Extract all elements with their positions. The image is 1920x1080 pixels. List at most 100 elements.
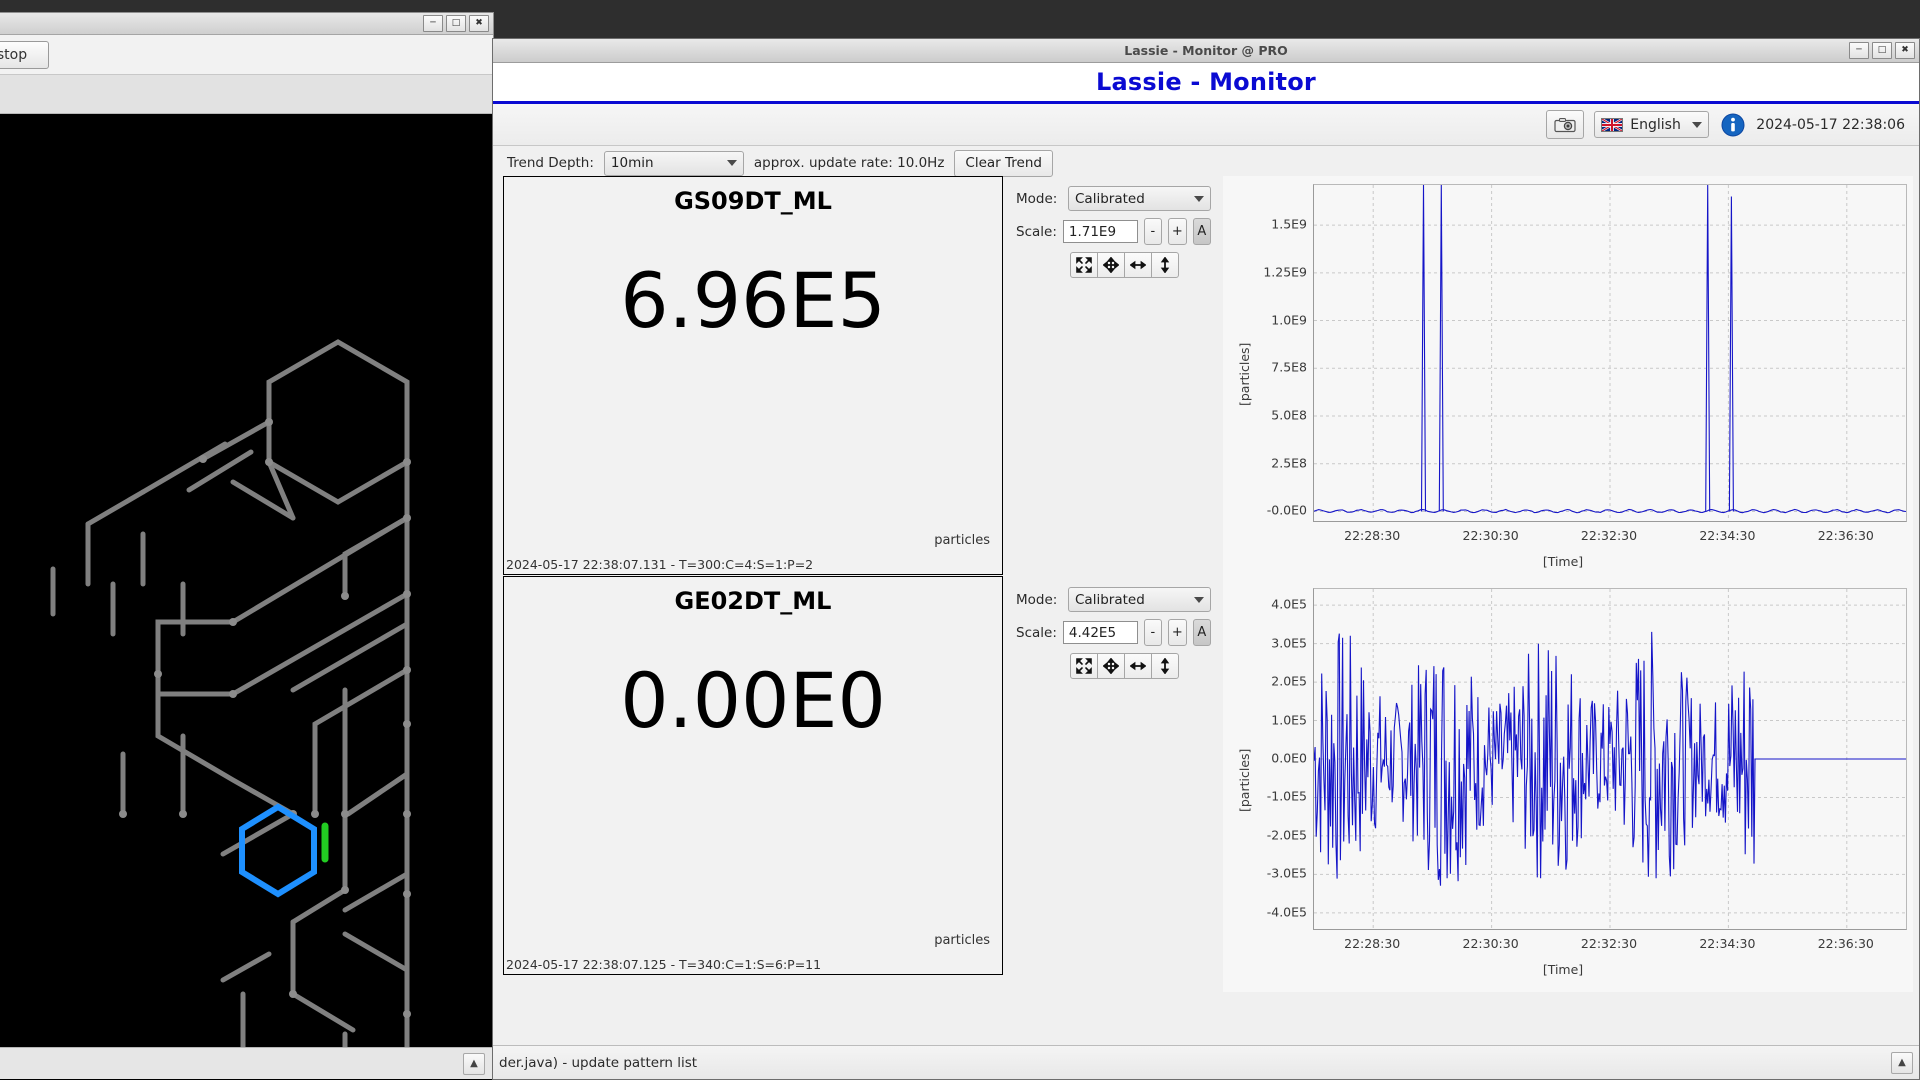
chart-0-ylabel: [particles]	[1237, 343, 1252, 406]
expand-icon[interactable]	[1070, 653, 1098, 679]
left-window-statusbar: ▲	[0, 1047, 493, 1079]
chevron-down-icon[interactable]	[1692, 122, 1702, 128]
beamline-schematic-window: ─ □ ✖ stop ▲	[0, 12, 494, 1080]
chart-0-ytick: 1.25E9	[1263, 264, 1307, 279]
value-panel-0[interactable]: GS09DT_ML 6.96E5 particles 2024-05-17 22…	[503, 176, 1003, 575]
chart-1-ytick: 3.0E5	[1271, 635, 1307, 650]
mode-label-0: Mode:	[1016, 191, 1062, 207]
left-minimize-button[interactable]: ─	[423, 15, 443, 32]
scale-label-0: Scale:	[1016, 224, 1057, 240]
move-icon[interactable]	[1097, 653, 1125, 679]
trend-chart-1[interactable]: [particles] 4.0E5 3.0E5 2.0E5 1.0E5 0.0E0 -1.…	[1223, 580, 1913, 992]
expand-icon[interactable]	[1070, 252, 1098, 278]
language-select[interactable]: English	[1594, 111, 1709, 138]
scale-auto-button-1[interactable]: A	[1193, 619, 1211, 646]
chart-1-ytick: -4.0E5	[1267, 904, 1307, 919]
chart-0-plot	[1313, 184, 1907, 522]
maximize-button[interactable]: □	[1872, 42, 1892, 59]
chart-1-ytick: 4.0E5	[1271, 597, 1307, 612]
clock-label: 2024-05-17 22:38:06	[1756, 117, 1905, 133]
channel-timestamp-1: 2024-05-17 22:38:07.125 - T=340:C=1:S=6:…	[506, 957, 821, 972]
close-button[interactable]: ✖	[1895, 42, 1915, 59]
chevron-up-icon[interactable]: ▲	[463, 1053, 485, 1075]
status-text: der.java) - update pattern list	[499, 1055, 1891, 1071]
left-maximize-button[interactable]: □	[446, 15, 466, 32]
mode-label-1: Mode:	[1016, 592, 1062, 608]
left-close-button[interactable]: ✖	[469, 15, 489, 32]
chevron-up-icon[interactable]: ▲	[1891, 1052, 1913, 1074]
chart-1-ytick: -1.0E5	[1267, 789, 1307, 804]
channel-unit-1: particles	[934, 933, 990, 948]
chart-0-ytick: 2.5E8	[1271, 455, 1307, 470]
chart-1-ytick: 2.0E5	[1271, 674, 1307, 689]
camera-icon	[1554, 117, 1576, 133]
vertical-resize-icon[interactable]	[1151, 653, 1179, 679]
mode-value-1: Calibrated	[1075, 592, 1194, 608]
channel-name-0: GS09DT_ML	[504, 187, 1002, 215]
window-title: Lassie - Monitor @ PRO	[1124, 43, 1288, 58]
clear-trend-button[interactable]: Clear Trend	[954, 150, 1053, 177]
trend-depth-select[interactable]: 10min	[604, 151, 744, 176]
lassie-monitor-window: Lassie - Monitor @ PRO ─ □ ✖ Lassie - Mo…	[492, 38, 1920, 1080]
stop-button[interactable]: stop	[0, 41, 49, 69]
channel-value-1: 0.00E0	[504, 663, 1002, 739]
mode-select-0[interactable]: Calibrated	[1068, 186, 1211, 211]
scale-increase-button-0[interactable]: +	[1168, 218, 1186, 245]
chart-1-xtick: 22:28:30	[1344, 936, 1400, 951]
vertical-resize-icon[interactable]	[1151, 252, 1179, 278]
left-window-titlebar[interactable]: ─ □ ✖	[0, 13, 493, 35]
chevron-down-icon[interactable]	[1194, 196, 1204, 202]
scale-decrease-button-1[interactable]: -	[1144, 619, 1162, 646]
chart-0-xtick: 22:34:30	[1699, 528, 1755, 543]
language-label: English	[1630, 117, 1685, 133]
chart-1-xtick: 22:32:30	[1581, 936, 1637, 951]
chart-0-ytick: 1.5E9	[1271, 217, 1307, 232]
scale-input-1[interactable]: 4.42E5	[1063, 621, 1138, 644]
chart-controls-0: Mode: Calibrated Scale: 1.71E9 - + A	[1016, 186, 1211, 285]
chart-1-xtick: 22:36:30	[1818, 936, 1874, 951]
channel-name-1: GE02DT_ML	[504, 587, 1002, 615]
chart-1-ylabel: [particles]	[1237, 749, 1252, 812]
horizontal-resize-icon[interactable]	[1124, 252, 1152, 278]
update-rate-label: approx. update rate: 10.0Hz	[754, 155, 945, 171]
mode-value-0: Calibrated	[1075, 191, 1194, 207]
chart-1-ytick: 1.0E5	[1271, 712, 1307, 727]
channel-unit-0: particles	[934, 533, 990, 548]
minimize-button[interactable]: ─	[1849, 42, 1869, 59]
screenshot-button[interactable]	[1546, 110, 1584, 139]
chart-1-xtick: 22:30:30	[1463, 936, 1519, 951]
trend-chart-0[interactable]: [particles] 1.5E9 1.25E9 1.0E9 7.5E8 5.0E8 2.…	[1223, 176, 1913, 580]
chart-1-xlabel: [Time]	[1263, 962, 1863, 977]
chart-0-ytick: 1.0E9	[1271, 312, 1307, 327]
chart-0-xtick: 22:32:30	[1581, 528, 1637, 543]
chart-0-ytick: 5.0E8	[1271, 408, 1307, 423]
chart-1-xtick: 22:34:30	[1699, 936, 1755, 951]
info-icon	[1721, 113, 1745, 137]
chart-0-ytick: 7.5E8	[1271, 360, 1307, 375]
page-title: Lassie - Monitor	[1096, 68, 1316, 96]
main-window-titlebar[interactable]: Lassie - Monitor @ PRO ─ □ ✖	[493, 39, 1919, 63]
scale-auto-button-0[interactable]: A	[1193, 218, 1211, 245]
value-panel-1[interactable]: GE02DT_ML 0.00E0 particles 2024-05-17 22…	[503, 576, 1003, 975]
chart-1-ytick: -3.0E5	[1267, 866, 1307, 881]
trend-depth-label: Trend Depth:	[507, 155, 594, 171]
chart-0-xtick: 22:36:30	[1818, 528, 1874, 543]
scale-label-1: Scale:	[1016, 625, 1057, 641]
chevron-down-icon[interactable]	[727, 160, 737, 166]
chevron-down-icon[interactable]	[1194, 597, 1204, 603]
chart-0-xlabel: [Time]	[1263, 554, 1863, 569]
trend-toolbar: Trend Depth: 10min approx. update rate: …	[493, 146, 1919, 180]
chart-1-plot	[1313, 588, 1907, 930]
move-icon[interactable]	[1097, 252, 1125, 278]
scale-increase-button-1[interactable]: +	[1168, 619, 1186, 646]
chart-controls-1: Mode: Calibrated Scale: 4.42E5 - + A	[1016, 587, 1211, 686]
beamline-diagram	[0, 114, 493, 1080]
info-button[interactable]	[1719, 111, 1746, 138]
mode-select-1[interactable]: Calibrated	[1068, 587, 1211, 612]
horizontal-resize-icon[interactable]	[1124, 653, 1152, 679]
beamline-schematic-canvas[interactable]	[0, 114, 493, 1080]
channel-timestamp-0: 2024-05-17 22:38:07.131 - T=300:C=4:S=1:…	[506, 557, 813, 572]
scale-decrease-button-0[interactable]: -	[1144, 218, 1162, 245]
scale-input-0[interactable]: 1.71E9	[1063, 220, 1138, 243]
app-title-band: Lassie - Monitor	[493, 63, 1919, 104]
